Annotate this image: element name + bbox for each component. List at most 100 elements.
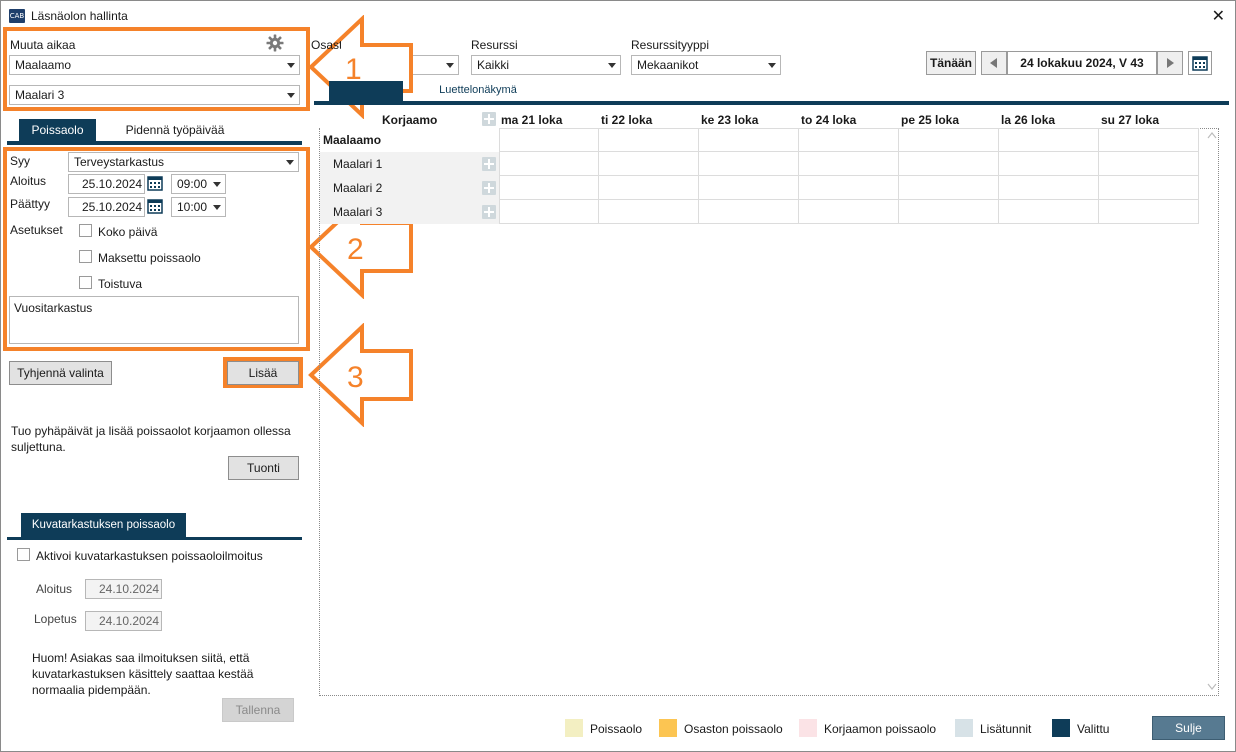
grid-cell[interactable] [799, 176, 899, 200]
inspection-start-field[interactable]: 24.10.2024 [85, 579, 162, 599]
grid-cell[interactable] [999, 176, 1099, 200]
legend-label: Poissaolo [590, 722, 643, 736]
day-header: ti 22 loka [601, 113, 653, 127]
legend-swatch [1052, 719, 1070, 737]
activate-inspection-checkbox[interactable] [17, 548, 30, 561]
inspection-tab-underline [7, 537, 302, 540]
workshop-select[interactable]: Maalaamo [9, 55, 300, 75]
add-icon[interactable] [482, 112, 496, 126]
recurring-checkbox[interactable] [79, 276, 92, 289]
legend-label: Valittu [1077, 722, 1110, 736]
tab-inspection-absence[interactable]: Kuvatarkastuksen poissaolo [21, 513, 186, 537]
grid-cell[interactable] [799, 128, 899, 152]
resource-filter-select[interactable]: Kaikki [471, 55, 621, 75]
resource-select[interactable]: Maalari 3 [9, 85, 300, 105]
grid-cell[interactable] [999, 200, 1099, 224]
day-header: ma 21 loka [501, 113, 563, 127]
grid-row-label: Maalari 2 [333, 181, 383, 195]
grid-cell[interactable] [999, 152, 1099, 176]
calendar-icon[interactable] [147, 198, 163, 214]
resource-type-select[interactable]: Mekaanikot [631, 55, 781, 75]
inspection-end-field[interactable]: 24.10.2024 [85, 611, 162, 631]
view-tab-underline [314, 101, 1229, 105]
scroll-up-icon[interactable] [1207, 131, 1217, 139]
add-icon[interactable] [482, 181, 496, 195]
add-button[interactable]: Lisää [227, 361, 299, 385]
department-select[interactable] [413, 55, 459, 75]
clear-selection-button[interactable]: Tyhjennä valinta [9, 361, 112, 385]
inspection-end-label: Lopetus [34, 612, 77, 626]
grid-cell[interactable] [599, 176, 699, 200]
start-date-field[interactable]: 25.10.2024 [68, 174, 145, 194]
attendance-window: CAB Läsnäolon hallinta ✕ Muuta aikaa Maa… [0, 0, 1236, 752]
day-header: to 24 loka [801, 113, 857, 127]
resource-type-label: Resurssityyppi [631, 38, 710, 52]
calendar-icon[interactable] [147, 175, 163, 191]
settings-label: Asetukset [10, 223, 63, 237]
next-week-button[interactable] [1157, 51, 1183, 75]
end-time-select[interactable]: 10:00 [171, 197, 226, 217]
grid-cell[interactable] [799, 200, 899, 224]
grid-row-label: Maalaamo [323, 133, 382, 147]
grid-cell[interactable] [899, 200, 999, 224]
grid-cell[interactable] [499, 176, 599, 200]
legend-swatch [799, 719, 817, 737]
legend-swatch [565, 719, 583, 737]
grid-cell[interactable] [599, 128, 699, 152]
gear-icon[interactable] [266, 34, 284, 52]
save-button[interactable]: Tallenna [222, 698, 294, 722]
grid-cell[interactable] [499, 200, 599, 224]
add-icon[interactable] [482, 157, 496, 171]
paid-absence-checkbox[interactable] [79, 250, 92, 263]
full-day-checkbox[interactable] [79, 224, 92, 237]
chevron-right-icon [1167, 58, 1174, 68]
today-button[interactable]: Tänään [926, 51, 976, 75]
grid-cell[interactable] [1099, 200, 1199, 224]
grid-cell[interactable] [1099, 176, 1199, 200]
paid-absence-label: Maksettu poissaolo [98, 251, 201, 265]
grid-cell[interactable] [899, 128, 999, 152]
grid-cell[interactable] [699, 128, 799, 152]
chevron-down-icon [213, 182, 221, 187]
tab-absence[interactable]: Poissaolo [19, 119, 96, 141]
grid-cell[interactable] [699, 176, 799, 200]
grid-cell[interactable] [999, 128, 1099, 152]
grid-cell[interactable] [799, 152, 899, 176]
grid-cell[interactable] [1099, 152, 1199, 176]
grid-cell[interactable] [499, 152, 599, 176]
inspection-note: Huom! Asiakas saa ilmoituksen siitä, ett… [32, 651, 254, 697]
chevron-down-icon [446, 63, 454, 68]
calendar-picker-button[interactable] [1188, 51, 1212, 75]
start-time-select[interactable]: 09:00 [171, 174, 226, 194]
grid-cell[interactable] [899, 176, 999, 200]
grid-cell[interactable] [699, 152, 799, 176]
chevron-down-icon [768, 63, 776, 68]
notes-textarea[interactable]: Vuositarkastus [9, 296, 299, 344]
grid-cell[interactable] [899, 152, 999, 176]
import-description: Tuo pyhäpäivät ja lisää poissaolot korja… [11, 424, 291, 454]
prev-week-button[interactable] [981, 51, 1007, 75]
resource-label: Resurssi [471, 38, 518, 52]
grid-cell[interactable] [599, 200, 699, 224]
start-label: Aloitus [10, 174, 47, 188]
legend-label: Korjaamon poissaolo [824, 722, 937, 736]
end-time-value: 10:00 [177, 200, 208, 214]
legend-label: Lisätunnit [980, 722, 1032, 736]
workshop-select-value: Maalaamo [15, 58, 72, 72]
tab-list-view[interactable]: Luettelonäkymä [426, 81, 530, 99]
tab-extend-workday[interactable]: Pidennä työpäivää [111, 119, 239, 141]
grid-cell[interactable] [499, 128, 599, 152]
grid-cell[interactable] [599, 152, 699, 176]
reason-select[interactable]: Terveystarkastus [68, 152, 299, 172]
grid-cell[interactable] [699, 200, 799, 224]
close-icon[interactable]: ✕ [1212, 6, 1225, 25]
grid-cell[interactable] [1099, 128, 1199, 152]
reason-label: Syy [10, 154, 31, 168]
import-button[interactable]: Tuonti [228, 456, 299, 480]
tab-calendar-view[interactable] [329, 81, 403, 103]
scroll-down-icon[interactable] [1207, 683, 1217, 691]
close-button[interactable]: Sulje [1152, 716, 1225, 740]
add-icon[interactable] [482, 205, 496, 219]
resource-select-value: Maalari 3 [15, 88, 65, 102]
end-date-field[interactable]: 25.10.2024 [68, 197, 145, 217]
